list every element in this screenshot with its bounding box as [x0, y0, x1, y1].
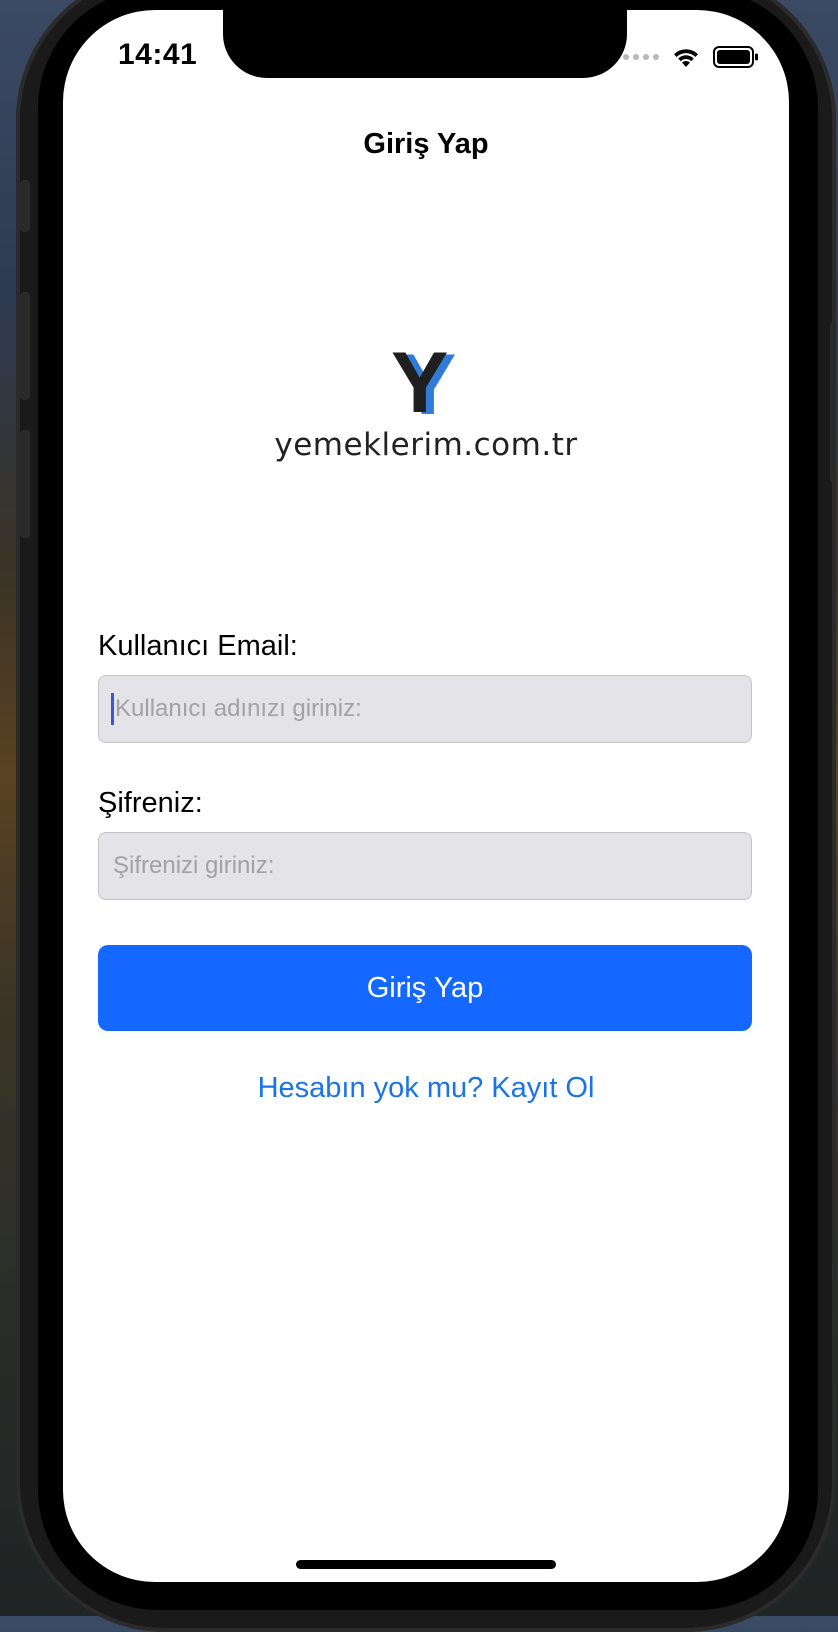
nav-title: Giriş Yap [363, 128, 489, 160]
battery-icon [713, 46, 758, 68]
status-time: 14:41 [118, 38, 198, 71]
cellular-signal-icon [623, 54, 659, 60]
volume-down-button [20, 430, 30, 538]
register-link[interactable]: Hesabın yok mu? Kayıt Ol [63, 1072, 789, 1105]
password-input[interactable] [111, 851, 751, 881]
logo: Y Y yemeklerim.com.tr [63, 335, 789, 463]
logo-mark-letter: Y [391, 335, 449, 431]
password-label: Şifreniz: [98, 787, 203, 819]
notch [223, 10, 627, 78]
password-field[interactable] [98, 832, 752, 900]
email-label: Kullanıcı Email: [98, 630, 298, 662]
logo-mark: Y Y [391, 335, 461, 431]
volume-up-button [20, 292, 30, 400]
email-input[interactable] [113, 694, 751, 724]
login-button[interactable]: Giriş Yap [98, 945, 752, 1031]
app-screen: 14:41 Giriş Yap Y Y yemeklerim.com.tr Ku… [63, 10, 789, 1582]
power-button [830, 322, 836, 482]
status-icons [623, 42, 759, 72]
wifi-icon [674, 49, 698, 67]
email-field[interactable] [98, 675, 752, 743]
mute-switch [20, 180, 30, 232]
home-indicator[interactable] [296, 1560, 556, 1569]
